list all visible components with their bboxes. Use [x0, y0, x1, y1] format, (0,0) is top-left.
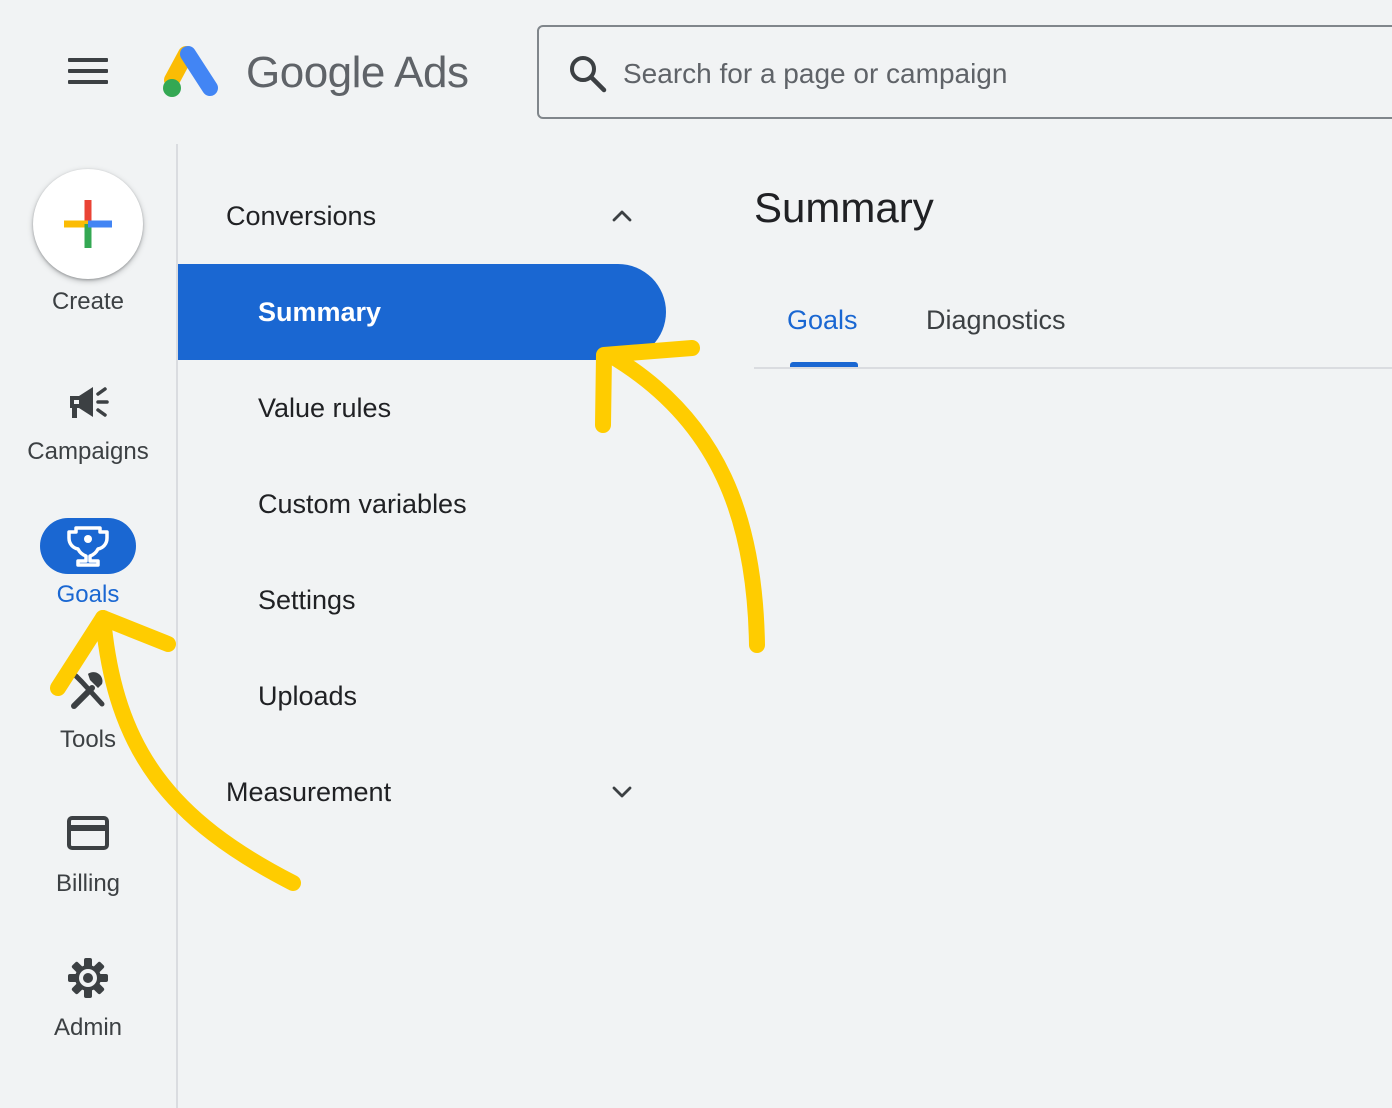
- nav-item-custom-variables[interactable]: Custom variables: [178, 456, 666, 552]
- nav-item-summary[interactable]: Summary: [178, 264, 666, 360]
- tabs-divider: [754, 367, 1392, 369]
- rail-item-goals-button[interactable]: [40, 518, 136, 574]
- rail-item-billing[interactable]: Billing: [0, 869, 176, 899]
- tools-icon[interactable]: [68, 670, 110, 710]
- rail-item-goals[interactable]: Goals: [0, 580, 176, 610]
- tab-diagnostics[interactable]: Diagnostics: [926, 300, 1066, 340]
- product-name: Google Ads: [246, 48, 469, 97]
- google-ads-logo-icon: [163, 46, 218, 97]
- rail-item-tools[interactable]: Tools: [0, 725, 176, 755]
- megaphone-icon[interactable]: [66, 384, 110, 422]
- plus-icon: [64, 200, 112, 248]
- nav-section-label: Measurement: [226, 777, 392, 807]
- nav-section-measurement[interactable]: Measurement: [226, 772, 646, 812]
- chevron-up-icon: [612, 210, 632, 222]
- rail-item-admin[interactable]: Admin: [0, 1013, 176, 1043]
- hamburger-line: [68, 69, 108, 73]
- trophy-icon: [67, 526, 109, 567]
- rail-item-campaigns[interactable]: Campaigns: [0, 437, 176, 467]
- search-bar[interactable]: [537, 25, 1392, 119]
- gear-icon[interactable]: [66, 956, 110, 1000]
- main-menu-button[interactable]: [62, 52, 114, 92]
- tab-goals[interactable]: Goals: [787, 300, 858, 340]
- hamburger-line: [68, 58, 108, 62]
- nav-section-label: Conversions: [226, 201, 377, 231]
- create-label[interactable]: Create: [0, 287, 176, 317]
- search-icon: [570, 56, 607, 93]
- nav-item-uploads[interactable]: Uploads: [178, 648, 666, 744]
- nav-item-value-rules[interactable]: Value rules: [178, 360, 666, 456]
- google-ads-page: Google Ads Create Campaigns Goals: [0, 0, 1392, 1108]
- chevron-down-icon: [612, 786, 632, 798]
- create-button[interactable]: [33, 169, 143, 279]
- nav-section-conversions[interactable]: Conversions: [226, 196, 646, 236]
- hamburger-line: [68, 80, 108, 84]
- search-input[interactable]: [623, 53, 1223, 95]
- nav-item-settings[interactable]: Settings: [178, 552, 666, 648]
- credit-card-icon[interactable]: [66, 814, 110, 852]
- page-title: Summary: [754, 184, 934, 231]
